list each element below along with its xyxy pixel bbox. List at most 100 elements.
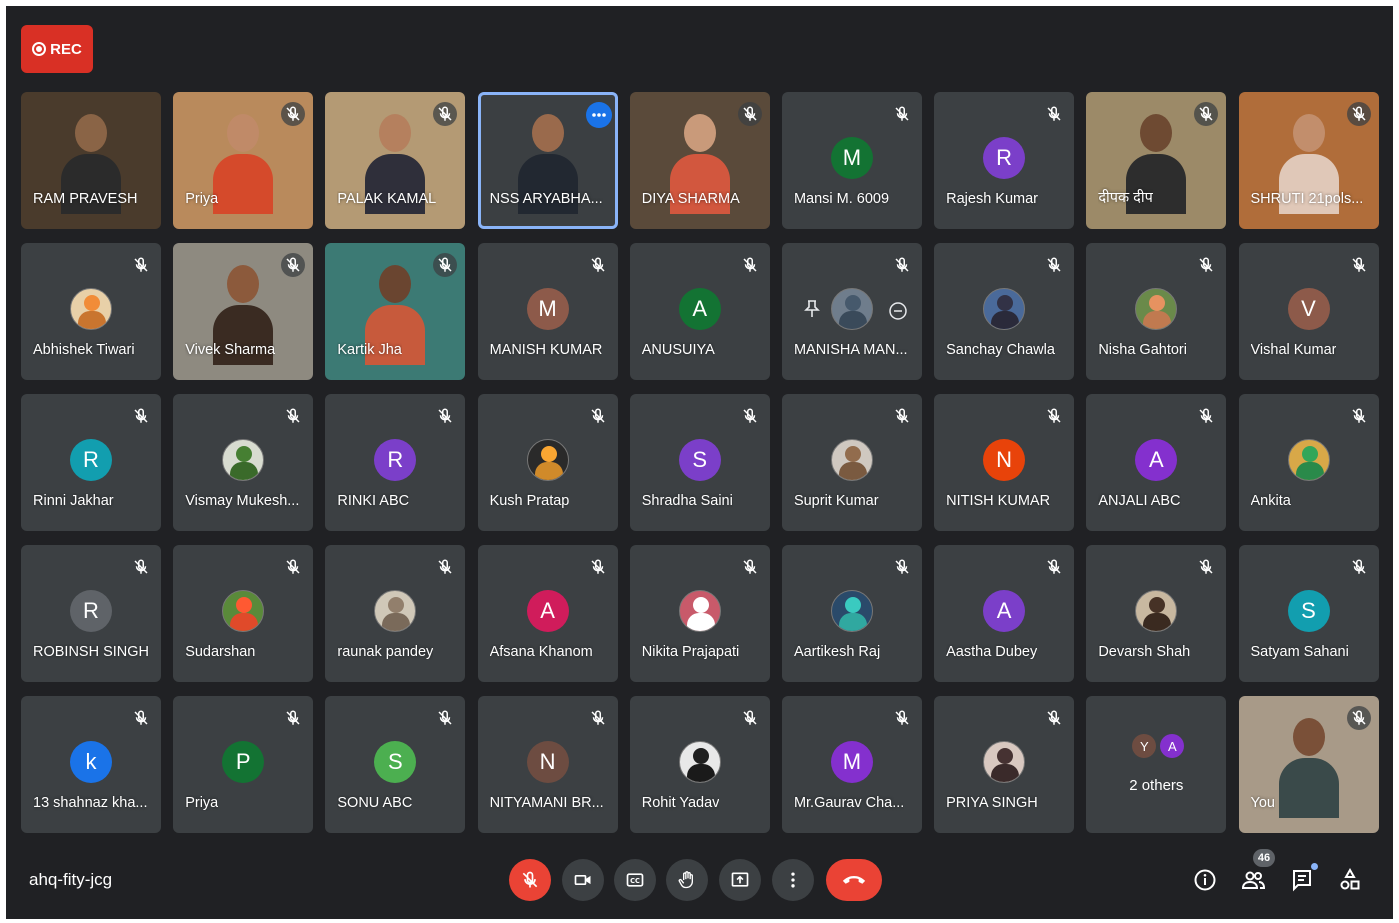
participant-tile[interactable]: V Vishal Kumar (1238, 243, 1379, 380)
participant-tile[interactable]: Kush Pratap (477, 394, 618, 531)
activities-icon (1340, 868, 1360, 890)
mic-off-icon (522, 871, 538, 888)
participant-name: PRIYA SINGH (946, 795, 1038, 811)
participant-tile[interactable]: DIYA SHARMA (629, 92, 770, 229)
participant-tile[interactable]: Abhishek Tiwari (21, 243, 161, 380)
participant-tile[interactable]: R RINKI ABC (325, 394, 466, 531)
participant-name: Aartikesh Raj (793, 644, 881, 660)
more-options-button[interactable] (772, 859, 814, 901)
participant-tile[interactable]: Sanchay Chawla (934, 243, 1075, 380)
mic-muted-icon (129, 253, 153, 277)
participant-tile[interactable]: A ANJALI ABC (1086, 394, 1227, 531)
mic-muted-icon (586, 404, 610, 428)
participant-tile[interactable]: S Shradha Saini (629, 394, 770, 531)
participant-tile[interactable]: A Aastha Dubey (934, 545, 1075, 682)
participant-tile[interactable]: raunak pandey (325, 545, 466, 682)
participant-tile[interactable]: YA 2 others (1086, 696, 1227, 833)
participant-name: RINKI ABC (337, 493, 410, 509)
participant-name: Nisha Gahtori (1098, 342, 1187, 358)
participant-tile[interactable]: Sudarshan (173, 545, 314, 682)
mic-toggle-button[interactable] (509, 859, 551, 901)
participant-tile[interactable]: MANISHA MAN... (781, 243, 922, 380)
mic-muted-icon (281, 253, 306, 277)
participant-tile[interactable]: Vismay Mukesh... (173, 394, 314, 531)
captions-button[interactable]: CC (614, 859, 656, 901)
participant-name: Satyam Sahani (1250, 644, 1349, 660)
participant-tile[interactable]: PRIYA SINGH (934, 696, 1075, 833)
mini-avatar: Y (1132, 734, 1157, 758)
participant-name: Mr.Gaurav Cha... (793, 795, 905, 811)
participant-tile[interactable]: N NITISH KUMAR (934, 394, 1075, 531)
participant-tile[interactable]: Nisha Gahtori (1086, 243, 1227, 380)
participant-tile[interactable]: R Rinni Jakhar (21, 394, 161, 531)
participant-tile[interactable]: Aartikesh Raj (781, 545, 922, 682)
participant-tile[interactable]: S Satyam Sahani (1238, 545, 1379, 682)
meeting-details-button[interactable] (1191, 866, 1219, 894)
participant-tile[interactable]: k 13 shahnaz kha... (21, 696, 161, 833)
mic-muted-icon (281, 555, 305, 579)
participant-profile-photo (222, 439, 265, 481)
participant-tile[interactable]: Priya (173, 92, 314, 229)
camera-toggle-button[interactable] (562, 859, 604, 901)
participant-tile[interactable]: Kartik Jha (325, 243, 466, 380)
participant-tile[interactable]: SHRUTI 21pols... (1238, 92, 1379, 229)
participant-tile[interactable]: दीपक दीप (1086, 92, 1227, 229)
participant-name: PALAK KAMAL (337, 191, 437, 207)
participant-tile[interactable]: M MANISH KUMAR (477, 243, 618, 380)
participant-name: Kush Pratap (489, 493, 570, 509)
participant-tile[interactable]: Nikita Prajapati (629, 545, 770, 682)
participant-tile[interactable]: M Mansi M. 6009 (781, 92, 922, 229)
participant-avatar: A (983, 590, 1026, 632)
participant-profile-photo (374, 590, 417, 632)
present-button[interactable] (719, 859, 761, 901)
participant-tile[interactable]: R Rajesh Kumar (934, 92, 1075, 229)
remove-icon[interactable] (888, 301, 908, 326)
participant-tile[interactable]: N NITYAMANI BR... (477, 696, 618, 833)
participant-tile[interactable]: NSS ARYABHA... (477, 92, 618, 229)
chat-button[interactable] (1288, 866, 1316, 894)
participant-tile[interactable]: Vivek Sharma (173, 243, 314, 380)
participant-name: Devarsh Shah (1098, 644, 1191, 660)
camera-icon (574, 875, 591, 885)
participant-tile[interactable]: PALAK KAMAL (325, 92, 466, 229)
participant-tile[interactable]: Rohit Yadav (629, 696, 770, 833)
participant-tile[interactable]: R ROBINSH SINGH (21, 545, 161, 682)
participant-tile[interactable]: Suprit Kumar (781, 394, 922, 531)
pin-icon[interactable] (804, 299, 820, 324)
participant-profile-photo (830, 439, 873, 481)
participant-name: Vishal Kumar (1250, 342, 1337, 358)
raise-hand-button[interactable] (666, 859, 708, 901)
participant-tile[interactable]: Ankita (1238, 394, 1379, 531)
participant-avatar: R (983, 137, 1026, 179)
participant-name: Priya (185, 795, 219, 811)
participant-profile-photo (222, 590, 265, 632)
participant-name: Afsana Khanom (489, 644, 593, 660)
mic-muted-icon (281, 404, 305, 428)
participant-tile[interactable]: RAM PRAVESH (21, 92, 161, 229)
more-options-icon (791, 872, 795, 888)
people-button[interactable] (1239, 866, 1267, 894)
activities-button[interactable] (1336, 866, 1364, 894)
mic-muted-icon (737, 102, 762, 126)
participant-tile[interactable]: M Mr.Gaurav Cha... (781, 696, 922, 833)
others-label: 2 others (1129, 777, 1184, 794)
participant-tile[interactable]: P Priya (173, 696, 314, 833)
meeting-code[interactable]: ahq-fity-jcg (29, 870, 112, 890)
present-screen-icon (731, 872, 749, 887)
participant-tile[interactable]: You (1238, 696, 1379, 833)
mic-muted-icon (281, 706, 305, 730)
participant-name: ANUSUIYA (641, 342, 715, 358)
participant-tile[interactable]: A ANUSUIYA (629, 243, 770, 380)
participant-tile[interactable]: A Afsana Khanom (477, 545, 618, 682)
participant-avatar: S (1287, 590, 1330, 632)
participant-tile[interactable]: Devarsh Shah (1086, 545, 1227, 682)
others-avatars: YA (1132, 734, 1188, 758)
mic-muted-icon (1042, 404, 1066, 428)
participant-tile[interactable]: S SONU ABC (325, 696, 466, 833)
participant-count-badge: 46 (1253, 849, 1275, 867)
leave-call-button[interactable] (826, 859, 882, 901)
participant-avatar: A (526, 590, 569, 632)
mic-muted-icon (1347, 253, 1371, 277)
tile-more-options-icon[interactable] (585, 102, 612, 128)
participant-name: Rajesh Kumar (946, 191, 1038, 207)
